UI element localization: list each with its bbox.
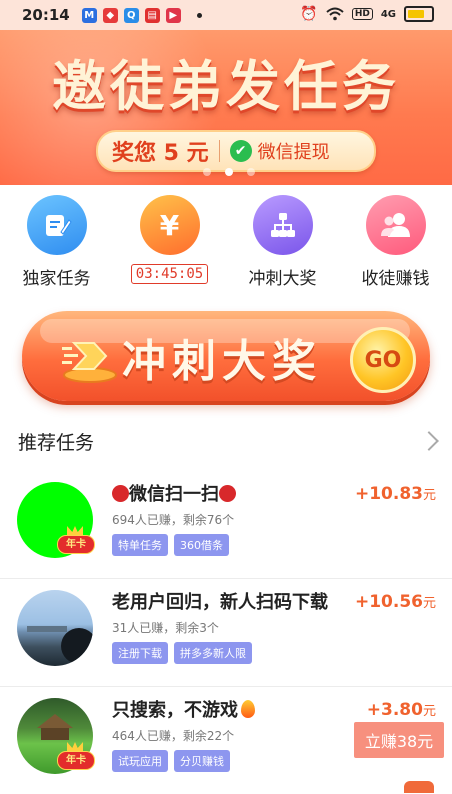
hd-icon: HD xyxy=(351,8,373,20)
reward-amount: +10.56 xyxy=(354,592,423,612)
carousel-dot-active[interactable] xyxy=(225,168,233,176)
banner-title: 邀徒弟发任务 xyxy=(52,55,400,118)
avatar-photo xyxy=(27,626,93,664)
red-circle-icon xyxy=(112,485,129,502)
recommended-header[interactable]: 推荐任务 xyxy=(0,420,452,460)
task-title-row: 微信扫一扫 xyxy=(112,480,236,506)
arrow-coin-icon xyxy=(62,342,117,383)
carousel-dot[interactable] xyxy=(203,168,211,176)
annual-card-badge: 年卡 xyxy=(57,526,95,554)
task-tag: 拼多多新人限 xyxy=(174,642,252,664)
task-tag: 试玩应用 xyxy=(112,750,168,772)
reward-unit: 元 xyxy=(422,704,436,719)
nav-label: 收徒赚钱 xyxy=(361,269,430,289)
more-dot-icon xyxy=(196,12,202,18)
users-icon xyxy=(365,195,426,255)
alarm-icon: ⏰ xyxy=(300,6,318,22)
badge-label: 年卡 xyxy=(57,535,95,554)
app-m-icon: M xyxy=(81,7,97,23)
promo-banner[interactable]: 邀徒弟发任务 奖您 5 元 ✔ 微信提现 xyxy=(0,30,452,185)
task-title: 老用户回归，新人扫码下载 xyxy=(112,592,328,613)
section-title: 推荐任务 xyxy=(18,432,95,454)
nav-label: 冲刺大奖 xyxy=(248,269,317,289)
banner-reward-pill: 奖您 5 元 ✔ 微信提现 xyxy=(96,130,376,172)
status-bar: 20:14 M ◆ Q ▤ ▶ ⏰ HD 4G xyxy=(0,0,452,30)
network-label: 4G xyxy=(380,8,396,20)
app-video-icon: ▶ xyxy=(165,7,181,23)
battery-icon xyxy=(404,6,434,22)
app-news-icon: ▤ xyxy=(144,7,160,23)
countdown-timer: 03:45:05 xyxy=(130,264,209,284)
network-icon xyxy=(252,195,313,255)
task-tags: 特单任务 360借条 xyxy=(112,534,229,556)
carousel-dots xyxy=(203,168,255,176)
sprint-title: 冲刺大奖 xyxy=(122,336,322,387)
notification-icons: M ◆ Q ▤ ▶ xyxy=(81,7,202,23)
divider xyxy=(218,140,220,162)
yuan-icon: ¥ xyxy=(139,195,200,255)
fire-icon xyxy=(241,700,255,718)
task-reward: +3.80元 xyxy=(367,700,436,720)
quick-nav: 独家任务 ¥ 03:45:05 冲刺大奖 收徒赚钱 xyxy=(0,195,452,300)
reward-amount: +3.80 xyxy=(366,700,423,720)
nav-recruit-earn[interactable]: 收徒赚钱 xyxy=(339,195,452,289)
nav-countdown[interactable]: ¥ 03:45:05 xyxy=(113,195,226,284)
task-stats: 464人已赚，剩余22个 xyxy=(112,729,235,743)
app-red-icon: ◆ xyxy=(102,7,118,23)
check-icon: ✔ xyxy=(229,140,252,162)
nav-sprint-prize[interactable]: 冲刺大奖 xyxy=(226,195,339,289)
task-tag: 分贝赚钱 xyxy=(174,750,230,772)
wifi-icon xyxy=(326,7,344,21)
edit-icon xyxy=(26,195,87,255)
task-tags: 注册下载 拼多多新人限 xyxy=(112,642,252,664)
task-avatar xyxy=(17,590,93,666)
task-tag: 注册下载 xyxy=(112,642,168,664)
banner-wechat-label: 微信提现 xyxy=(257,142,330,163)
task-title-row: 只搜索，不游戏 xyxy=(112,696,255,722)
task-item[interactable]: 老用户回归，新人扫码下载 31人已赚，剩余3个 注册下载 拼多多新人限 +10.… xyxy=(0,578,452,687)
floating-tab-edge[interactable] xyxy=(404,781,434,793)
reward-unit: 元 xyxy=(422,488,436,503)
red-circle-icon xyxy=(219,485,236,502)
carousel-dot[interactable] xyxy=(247,168,255,176)
reward-amount: +10.83 xyxy=(354,484,423,504)
task-item[interactable]: 年卡 微信扫一扫 694人已赚，剩余76个 特单任务 360借条 +10.83元 xyxy=(0,470,452,579)
go-button[interactable]: GO xyxy=(350,327,416,393)
banner-reward: 奖您 5 元 xyxy=(112,141,209,166)
annual-card-badge: 年卡 xyxy=(57,742,95,770)
task-tag: 特单任务 xyxy=(112,534,168,556)
badge-label: 年卡 xyxy=(57,751,95,770)
task-tag: 360借条 xyxy=(174,534,229,556)
reward-unit: 元 xyxy=(422,596,436,611)
task-tags: 试玩应用 分贝赚钱 xyxy=(112,750,230,772)
task-reward: +10.83元 xyxy=(355,484,436,504)
task-stats: 694人已赚，剩余76个 xyxy=(112,513,235,527)
nav-exclusive-tasks[interactable]: 独家任务 xyxy=(0,195,113,289)
chevron-right-icon[interactable] xyxy=(419,431,439,451)
status-right: ⏰ HD 4G xyxy=(300,6,434,22)
earn-now-button[interactable]: 立赚38元 xyxy=(354,722,444,758)
status-time: 20:14 xyxy=(22,6,70,24)
task-title: 微信扫一扫 xyxy=(129,484,219,505)
sprint-prize-banner[interactable]: 冲刺大奖 GO xyxy=(22,311,430,401)
task-stats: 31人已赚，剩余3个 xyxy=(112,621,219,635)
app-q-icon: Q xyxy=(123,7,139,23)
task-title: 只搜索，不游戏 xyxy=(112,700,238,721)
task-reward: +10.56元 xyxy=(355,592,436,612)
nav-label: 独家任务 xyxy=(22,269,91,289)
